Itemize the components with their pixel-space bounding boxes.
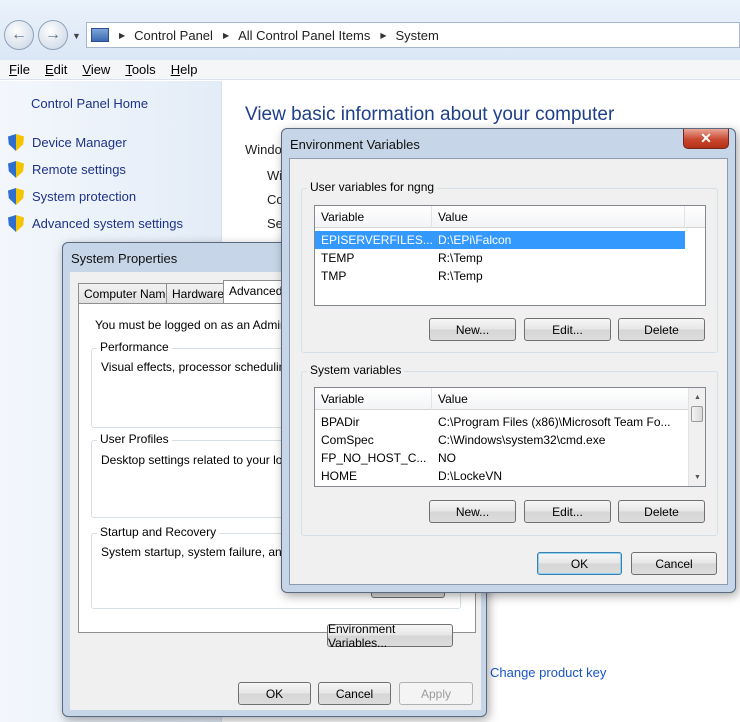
variable-value: R:\Temp	[438, 269, 483, 283]
scrollbar-thumb[interactable]	[691, 406, 703, 422]
system-new-button[interactable]: New...	[429, 500, 516, 523]
task-device-manager[interactable]: Device Manager	[8, 134, 127, 151]
control-panel-icon	[91, 28, 109, 42]
environment-variables-button[interactable]: Environment Variables...	[327, 622, 453, 650]
task-system-protection[interactable]: System protection	[8, 188, 136, 205]
tab-advanced[interactable]: Advanced	[223, 280, 283, 304]
variable-value: NO	[438, 451, 456, 465]
variable-value: D:\LockeVN	[438, 469, 503, 483]
close-button[interactable]: ✕	[683, 129, 729, 149]
address-bar-area: ← → ▼ ▶ Control Panel ▶ All Control Pane…	[0, 0, 740, 60]
back-arrow-icon: ←	[11, 26, 27, 43]
menu-file[interactable]: File	[9, 62, 30, 77]
page-title: View basic information about your comput…	[245, 104, 615, 125]
menu-view[interactable]: View	[82, 62, 110, 77]
column-header-value[interactable]: Value	[432, 206, 685, 228]
menu-help[interactable]: Help	[171, 62, 198, 77]
variable-name: FP_NO_HOST_C...	[321, 451, 427, 465]
system-delete-button[interactable]: Delete	[618, 500, 705, 523]
user-delete-button[interactable]: Delete	[618, 318, 705, 341]
tab-hardware[interactable]: Hardware	[166, 283, 231, 304]
task-advanced-system-settings[interactable]: Advanced system settings	[8, 215, 183, 232]
user-variables-list[interactable]: Variable Value EPISERVERFILES... D:\EPi\…	[314, 205, 706, 306]
list-header: Variable Value	[315, 388, 690, 410]
user-new-button[interactable]: New...	[429, 318, 516, 341]
environment-variables-body: User variables for ngng Variable Value E…	[289, 158, 728, 585]
group-description: Desktop settings related to your logon	[101, 453, 303, 467]
variable-name: ComSpec	[321, 433, 374, 447]
control-panel-home-link[interactable]: Control Panel Home	[31, 96, 148, 111]
task-label: Device Manager	[32, 135, 127, 150]
ok-button[interactable]: OK	[238, 682, 311, 705]
list-item[interactable]: HOME D:\LockeVN	[315, 467, 690, 485]
group-description: Visual effects, processor scheduling, m	[101, 360, 309, 374]
list-item[interactable]: FP_NO_HOST_C... NO	[315, 449, 690, 467]
task-label: System protection	[32, 189, 137, 204]
uac-shield-icon	[8, 215, 24, 232]
scroll-down-arrow-icon[interactable]: ▼	[689, 469, 705, 485]
scroll-up-arrow-icon[interactable]: ▲	[689, 389, 705, 405]
uac-shield-icon	[8, 161, 24, 178]
forward-arrow-icon: →	[45, 26, 61, 43]
system-variables-list[interactable]: Variable Value BPADir C:\Program Files (…	[314, 387, 706, 487]
breadcrumb-system[interactable]: System	[395, 28, 438, 43]
variable-value: C:\Program Files (x86)\Microsoft Team Fo…	[438, 415, 671, 429]
column-header-variable[interactable]: Variable	[315, 388, 432, 410]
menu-edit[interactable]: Edit	[45, 62, 67, 77]
tab-computer-name[interactable]: Computer Name	[78, 283, 179, 304]
column-header-variable[interactable]: Variable	[315, 206, 432, 228]
forward-button[interactable]: →	[38, 20, 68, 50]
list-item[interactable]: BPADir C:\Program Files (x86)\Microsoft …	[315, 413, 690, 431]
change-product-key-link[interactable]: Change product key	[490, 665, 606, 680]
breadcrumb-control-panel[interactable]: Control Panel	[134, 28, 213, 43]
address-bar[interactable]: ▶ Control Panel ▶ All Control Panel Item…	[86, 22, 740, 48]
env-ok-button[interactable]: OK	[537, 552, 622, 575]
breadcrumb-separator-icon[interactable]: ▶	[119, 31, 125, 40]
menu-bar: File Edit View Tools Help	[0, 60, 740, 80]
admin-note: You must be logged on as an Administra	[95, 318, 310, 332]
uac-shield-icon	[8, 134, 24, 151]
group-label: User Profiles	[97, 432, 172, 446]
breadcrumb-separator-icon[interactable]: ▶	[223, 31, 229, 40]
variable-name: BPADir	[321, 415, 360, 429]
list-item[interactable]: EPISERVERFILES... D:\EPi\Falcon	[315, 231, 685, 249]
breadcrumb-all-items[interactable]: All Control Panel Items	[238, 28, 370, 43]
column-header-value[interactable]: Value	[432, 388, 690, 410]
task-remote-settings[interactable]: Remote settings	[8, 161, 126, 178]
group-label: Startup and Recovery	[97, 525, 220, 539]
breadcrumb-separator-icon[interactable]: ▶	[380, 31, 386, 40]
system-edit-button[interactable]: Edit...	[524, 500, 611, 523]
system-variables-label: System variables	[307, 363, 405, 377]
list-item[interactable]: TEMP R:\Temp	[315, 249, 685, 267]
close-icon: ✕	[700, 130, 712, 146]
apply-button[interactable]: Apply	[399, 682, 473, 705]
back-button[interactable]: ←	[4, 20, 34, 50]
uac-shield-icon	[8, 188, 24, 205]
variable-name: EPISERVERFILES...	[321, 233, 432, 247]
list-item[interactable]: ComSpec C:\Windows\system32\cmd.exe	[315, 431, 690, 449]
recent-pages-chevron-icon[interactable]: ▼	[72, 31, 81, 41]
task-label: Remote settings	[32, 162, 126, 177]
variable-value: D:\EPi\Falcon	[438, 233, 512, 247]
cancel-button[interactable]: Cancel	[318, 682, 391, 705]
user-edit-button[interactable]: Edit...	[524, 318, 611, 341]
env-cancel-button[interactable]: Cancel	[631, 552, 717, 575]
task-label: Advanced system settings	[32, 216, 184, 231]
variable-name: HOME	[321, 469, 357, 483]
vertical-scrollbar[interactable]: ▲ ▼	[688, 388, 705, 486]
dialog-title: Environment Variables	[290, 137, 420, 152]
dialog-title: System Properties	[71, 251, 178, 266]
variable-name: TMP	[321, 269, 347, 283]
variable-name: TEMP	[321, 251, 355, 265]
variable-value: R:\Temp	[438, 251, 483, 265]
variable-value: C:\Windows\system32\cmd.exe	[438, 433, 606, 447]
list-header: Variable Value	[315, 206, 705, 228]
info-fragment: Wi	[267, 168, 283, 183]
edition-section-fragment: Windo	[245, 142, 282, 157]
menu-tools[interactable]: Tools	[125, 62, 155, 77]
user-variables-label: User variables for ngng	[307, 180, 438, 194]
group-label: Performance	[97, 340, 172, 354]
list-item[interactable]: TMP R:\Temp	[315, 267, 685, 285]
